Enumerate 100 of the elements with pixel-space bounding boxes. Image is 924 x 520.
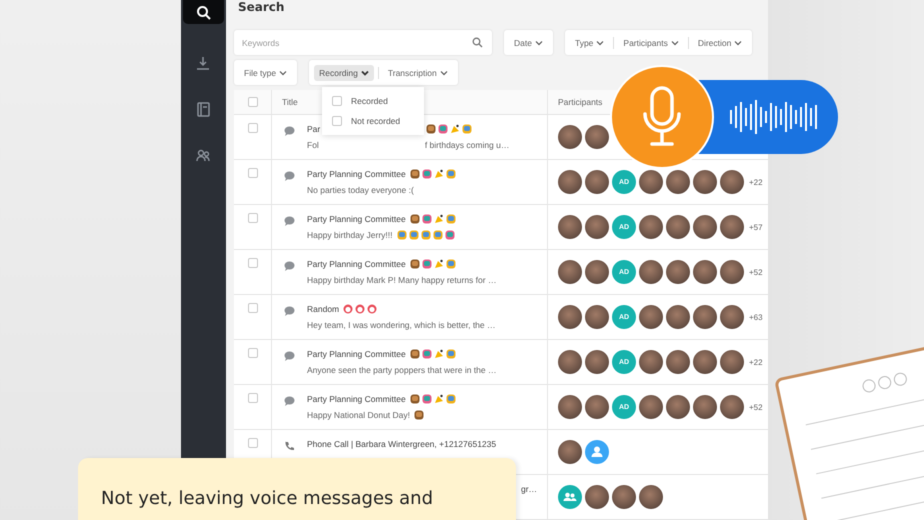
chat-bubble-icon xyxy=(284,351,295,361)
avatar-photo-placeholder xyxy=(558,125,582,149)
participant-count: +22 xyxy=(749,178,763,186)
message-preview: Fol xyxy=(307,140,319,150)
phone-icon xyxy=(284,441,294,451)
avatar-photo-placeholder xyxy=(585,260,609,284)
dropdown-option[interactable]: Not recorded xyxy=(322,111,424,131)
conversation-title: Par xyxy=(307,124,320,134)
avatar-photo-placeholder xyxy=(585,305,609,329)
donut-emoji-icon xyxy=(426,124,436,134)
search-icon xyxy=(196,4,211,20)
avatar-photo-placeholder xyxy=(693,350,717,374)
avatar-photo-placeholder xyxy=(585,485,609,509)
avatar-photo-placeholder xyxy=(585,395,609,419)
note-text: Not yet, leaving voice messages and xyxy=(101,488,434,509)
message-preview: Anyone seen the party poppers that were in the … xyxy=(307,364,496,374)
donut-emoji-icon xyxy=(414,410,424,420)
avatar-photo-placeholder xyxy=(639,305,663,329)
chat-bubble-icon xyxy=(284,261,295,271)
avatar-photo-placeholder xyxy=(558,350,582,374)
chat-bubble-icon xyxy=(284,396,295,406)
checkbox[interactable] xyxy=(332,116,342,126)
conversation-title: Party Planning Committee xyxy=(307,394,406,404)
filter-dropdown-button[interactable]: Direction xyxy=(692,34,748,50)
keywords-field[interactable]: Keywords xyxy=(234,30,492,55)
donut-emoji-icon xyxy=(410,348,420,358)
row-checkbox[interactable] xyxy=(248,258,258,268)
avatar-photo-placeholder xyxy=(693,260,717,284)
avatar-photo-placeholder xyxy=(585,350,609,374)
donut-emoji-icon xyxy=(410,394,420,404)
chevron-down-icon xyxy=(670,40,679,46)
participant-count: +63 xyxy=(749,312,763,322)
avatar-photo-placeholder xyxy=(720,170,744,194)
avatar-photo-placeholder xyxy=(558,215,582,239)
conversation-title: Phone Call | Barbara Wintergreen, +12127651235 xyxy=(307,438,496,448)
avatar-photo-placeholder xyxy=(585,215,609,239)
message-preview: No parties today everyone :( xyxy=(307,184,414,194)
search-icon xyxy=(472,37,483,48)
download-icon xyxy=(196,56,211,70)
chevron-down-icon xyxy=(534,40,543,46)
avatar-photo-placeholder xyxy=(693,215,717,239)
participant-count: +52 xyxy=(749,402,763,412)
book-icon xyxy=(196,102,211,116)
avatar-photo-placeholder xyxy=(585,125,609,149)
chat-bubble-icon xyxy=(284,306,295,316)
select-all-checkbox[interactable] xyxy=(248,97,258,107)
chat-bubble-icon xyxy=(284,216,295,226)
chevron-down-icon xyxy=(279,70,288,76)
message-preview: f birthdays coming u… xyxy=(424,140,510,150)
avatar-photo-placeholder xyxy=(639,260,663,284)
row-checkbox[interactable] xyxy=(248,438,258,448)
avatar-photo-placeholder xyxy=(666,215,690,239)
conversation-title: gr… xyxy=(521,484,538,494)
participant-count: +57 xyxy=(749,222,763,232)
message-preview: Happy birthday Mark P! Many happy returns for … xyxy=(307,274,496,284)
filter-dropdown-button[interactable]: Type xyxy=(570,34,610,50)
avatar-photo-placeholder xyxy=(639,170,663,194)
avatar-photo-placeholder xyxy=(639,485,663,509)
checkbox[interactable] xyxy=(332,96,342,106)
avatar-photo-placeholder xyxy=(666,305,690,329)
chevron-down-icon xyxy=(440,70,448,76)
conversation-title: Random xyxy=(307,304,340,314)
conversation-title: Party Planning Committee xyxy=(307,214,406,224)
row-checkbox[interactable] xyxy=(248,348,258,358)
row-checkbox[interactable] xyxy=(248,213,258,223)
filter-dropdown-button[interactable]: Participants xyxy=(618,34,684,50)
avatar-photo-placeholder xyxy=(558,170,582,194)
avatar-photo-placeholder xyxy=(639,215,663,239)
avatar-photo-placeholder xyxy=(720,350,744,374)
chat-bubble-icon xyxy=(284,171,295,181)
row-checkbox[interactable] xyxy=(248,303,258,313)
filter-dropdown-button[interactable]: Recording xyxy=(314,64,374,80)
avatar-photo-placeholder xyxy=(693,170,717,194)
donut-emoji-icon xyxy=(410,258,420,268)
search-nav-button[interactable] xyxy=(183,0,224,24)
avatar-photo-placeholder xyxy=(666,395,690,419)
row-checkbox[interactable] xyxy=(248,168,258,178)
chevron-down-icon xyxy=(596,40,604,46)
avatar-photo-placeholder xyxy=(666,260,690,284)
message-preview: Hey team, I was wondering, which is better, the … xyxy=(307,320,496,330)
dropdown-option[interactable]: Recorded xyxy=(322,91,424,111)
people-icon xyxy=(196,148,211,162)
avatar-photo-placeholder xyxy=(639,395,663,419)
filter-dropdown-button[interactable]: Transcription xyxy=(382,64,453,80)
participant-count: +52 xyxy=(749,268,763,276)
page-title: Search xyxy=(238,0,286,16)
avatar-photo-placeholder xyxy=(639,350,663,374)
row-checkbox[interactable] xyxy=(248,393,258,403)
avatar-photo-placeholder xyxy=(585,170,609,194)
avatar-photo-placeholder xyxy=(720,215,744,239)
avatar-photo-placeholder xyxy=(666,350,690,374)
sound-wave-icon xyxy=(730,99,820,135)
conversation-title: Party Planning Committee xyxy=(307,168,406,178)
avatar-photo-placeholder xyxy=(720,260,744,284)
avatar-photo-placeholder xyxy=(720,305,744,329)
row-checkbox[interactable] xyxy=(248,123,258,133)
avatar-photo-placeholder xyxy=(720,395,744,419)
avatar-photo-placeholder xyxy=(693,305,717,329)
conversation-title: Party Planning Committee xyxy=(307,258,406,268)
avatar-photo-placeholder xyxy=(693,395,717,419)
